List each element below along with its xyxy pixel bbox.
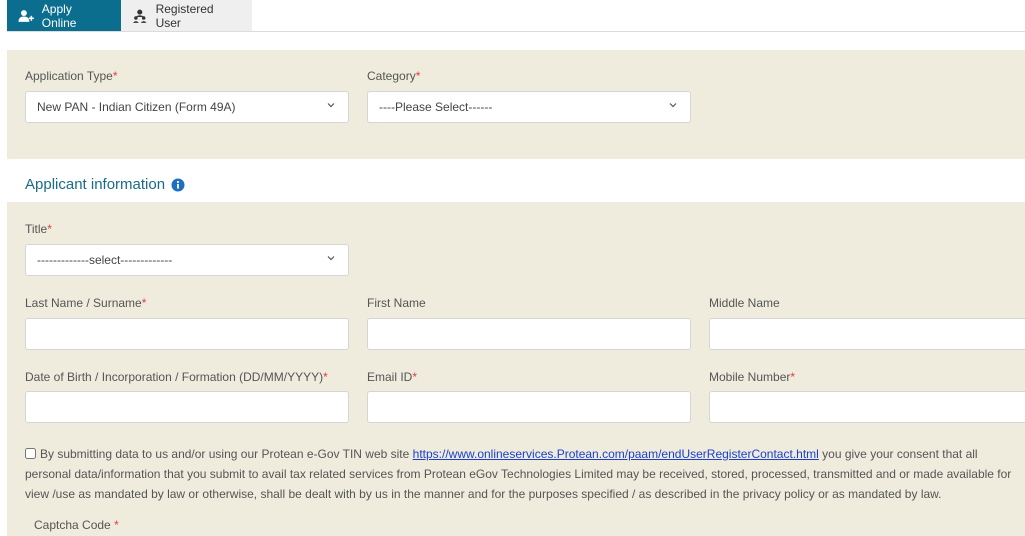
chevron-down-icon (669, 103, 677, 108)
required-marker: * (114, 518, 119, 532)
consent-text: By submitting data to us and/or using ou… (25, 444, 1025, 504)
applicant-information-heading: Applicant information (25, 176, 185, 193)
title-label: Title* (25, 222, 52, 236)
email-input[interactable] (367, 391, 691, 423)
consent-checkbox[interactable] (25, 448, 36, 459)
dob-input[interactable] (25, 391, 349, 423)
tab-divider (7, 31, 1025, 32)
required-marker: * (790, 370, 796, 384)
info-icon[interactable] (171, 178, 185, 192)
tab-bar: Apply Online Registered User (7, 0, 252, 31)
required-marker: * (112, 69, 118, 83)
tab-apply-online[interactable]: Apply Online (7, 0, 121, 31)
captcha-label: Captcha Code * (34, 518, 119, 532)
category-value: ----Please Select------ (379, 100, 493, 114)
last-name-input[interactable] (25, 318, 349, 350)
consent-link[interactable]: https://www.onlineservices.Protean.com/p… (413, 447, 819, 461)
mobile-label: Mobile Number* (709, 370, 796, 384)
tab-registered-user[interactable]: Registered User (121, 0, 252, 31)
mobile-input[interactable] (709, 391, 1025, 423)
category-label: Category* (367, 69, 421, 83)
user-plus-icon (18, 9, 34, 22)
title-value: -------------select------------- (37, 253, 173, 267)
chevron-down-icon (327, 103, 335, 108)
application-type-value: New PAN - Indian Citizen (Form 49A) (37, 100, 236, 114)
required-marker: * (323, 370, 328, 384)
application-type-label: Application Type* (25, 69, 118, 83)
first-name-label: First Name (367, 296, 426, 310)
first-name-input[interactable] (367, 318, 691, 350)
last-name-label: Last Name / Surname* (25, 296, 147, 310)
category-select[interactable]: ----Please Select------ (367, 91, 691, 123)
tab-registered-user-label: Registered User (155, 1, 214, 30)
required-marker: * (412, 370, 418, 384)
application-type-select[interactable]: New PAN - Indian Citizen (Form 49A) (25, 91, 349, 123)
middle-name-input[interactable] (709, 318, 1025, 350)
tab-apply-online-label: Apply Online (41, 1, 77, 30)
required-marker: * (415, 69, 421, 83)
email-label: Email ID* (367, 370, 418, 384)
chevron-down-icon (327, 256, 335, 261)
user-group-icon (132, 9, 147, 23)
section-title-text: Applicant information (25, 176, 166, 193)
consent-text-before: By submitting data to us and/or using ou… (40, 447, 413, 461)
required-marker: * (47, 222, 52, 236)
title-select[interactable]: -------------select------------- (25, 244, 349, 276)
middle-name-label: Middle Name (709, 296, 780, 310)
required-marker: * (141, 296, 147, 310)
dob-label: Date of Birth / Incorporation / Formatio… (25, 370, 328, 384)
